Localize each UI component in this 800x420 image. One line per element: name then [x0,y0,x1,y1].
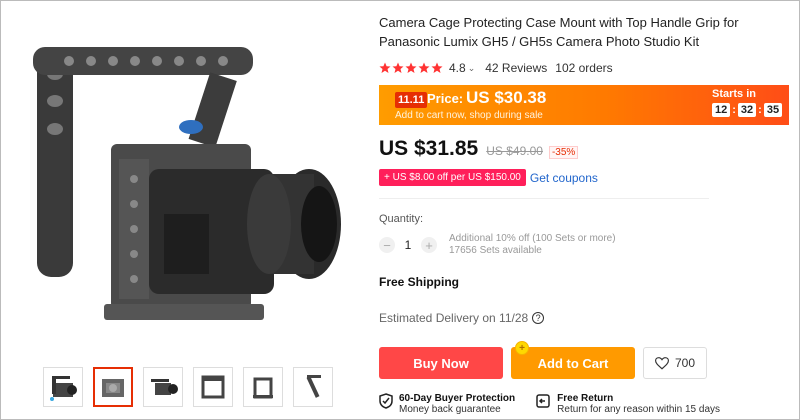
original-price: US $49.00 [486,144,543,158]
thumbnail-3[interactable] [143,367,183,407]
wishlist-button[interactable]: 700 [643,347,707,379]
coupon-row: + US $8.00 off per US $150.00 Get coupon… [379,169,789,186]
camera-cage-thumb-icon [253,377,273,399]
quantity-decrement-button[interactable]: − [379,237,395,253]
sale-badge: 11.11 [395,92,428,108]
chevron-down-icon[interactable]: ⌄ [468,63,476,74]
star-icon [405,62,417,73]
quantity-label: Quantity: [379,213,424,225]
heart-icon [654,356,669,370]
help-icon[interactable]: ? [532,312,545,324]
thumbnail-4[interactable] [193,367,233,407]
camera-cage-thumb-icon [50,376,77,401]
bulk-discount-note: Additional 10% off (100 Sets or more) [449,233,616,244]
buy-now-button[interactable]: Buy Now [379,347,503,379]
star-icon [431,62,443,73]
action-buttons: Buy Now + Add to Cart 700 [379,341,789,379]
price-row: US $31.85 US $49.00 -35% [379,137,789,161]
buyer-protection-sub: Money back guarantee [399,404,501,415]
stock-available: 17656 Sets available [449,245,542,256]
current-price: US $31.85 [379,137,479,160]
thumbnail-5[interactable] [243,367,283,407]
buyer-protection[interactable]: 60-Day Buyer Protection Money back guara… [379,393,515,415]
coupon-tag[interactable]: + US $8.00 off per US $150.00 [379,169,526,186]
quantity-input[interactable]: 1 [395,238,421,252]
get-coupons-link[interactable]: Get coupons [530,171,598,185]
product-info: Camera Cage Protecting Case Mount with T… [379,13,789,415]
rating-row: 4.8 ⌄ 42 Reviews 102 orders [379,61,789,75]
timer-separator: : [732,104,736,116]
guarantees: 60-Day Buyer Protection Money back guara… [379,393,789,415]
sale-promo-bar: 11.11 Price: US $30.38 Add to cart now, … [379,85,789,125]
product-main-image[interactable] [11,11,356,356]
countdown-timer: 12 : 32 : 35 [712,103,783,117]
thumbnail-1[interactable] [43,367,83,407]
estimated-delivery: Estimated Delivery on 11/28 ? [379,311,789,325]
star-icon [392,62,404,73]
promo-price: US $30.38 [466,88,547,107]
rating-value: 4.8 [449,61,466,75]
camera-cage-image [32,46,341,320]
delivery-text: Estimated Delivery on 11/28 [379,311,529,325]
free-return-title: Free Return [557,393,614,404]
camera-cage-thumb-icon [201,375,225,399]
camera-cage-thumb-icon [102,379,124,397]
free-return[interactable]: Free Return Return for any reason within… [535,393,720,415]
divider [379,198,709,199]
starts-in-label: Starts in [712,88,757,100]
star-icon [418,62,430,73]
promo-price-label: Price: [427,91,464,106]
rating-stars[interactable] [379,62,443,74]
free-shipping-label: Free Shipping [379,275,460,289]
timer-minutes: 32 [737,103,757,117]
shield-check-icon [379,393,393,409]
promo-subtext: Add to cart now, shop during sale [395,110,543,121]
reviews-link[interactable]: 42 Reviews [485,61,547,75]
add-to-cart-button[interactable]: + Add to Cart [511,341,635,379]
timer-seconds: 35 [763,103,783,117]
quantity-stepper: − 1 + Additional 10% off (100 Sets or mo… [379,233,789,257]
product-title: Camera Cage Protecting Case Mount with T… [379,15,739,49]
thumbnail-6[interactable] [293,367,333,407]
wishlist-count: 700 [674,356,696,370]
timer-separator: : [758,104,762,116]
thumbnail-2-selected[interactable] [93,367,133,407]
quantity-increment-button[interactable]: + [421,237,437,253]
camera-cage-thumb-icon [151,379,178,395]
discount-badge: -35% [548,146,579,159]
return-icon [536,394,550,408]
timer-hours: 12 [712,103,731,117]
thumbnail-strip [43,367,333,407]
star-icon [379,62,391,73]
buyer-protection-title: 60-Day Buyer Protection [399,393,516,404]
orders-count: 102 orders [555,61,613,75]
quantity-note: Additional 10% off (100 Sets or more) 17… [449,233,616,257]
add-to-cart-label: Add to Cart [537,355,609,371]
coin-icon: + [515,341,529,355]
free-return-sub: Return for any reason within 15 days [557,404,721,415]
camera-cage-thumb-icon [306,375,321,398]
